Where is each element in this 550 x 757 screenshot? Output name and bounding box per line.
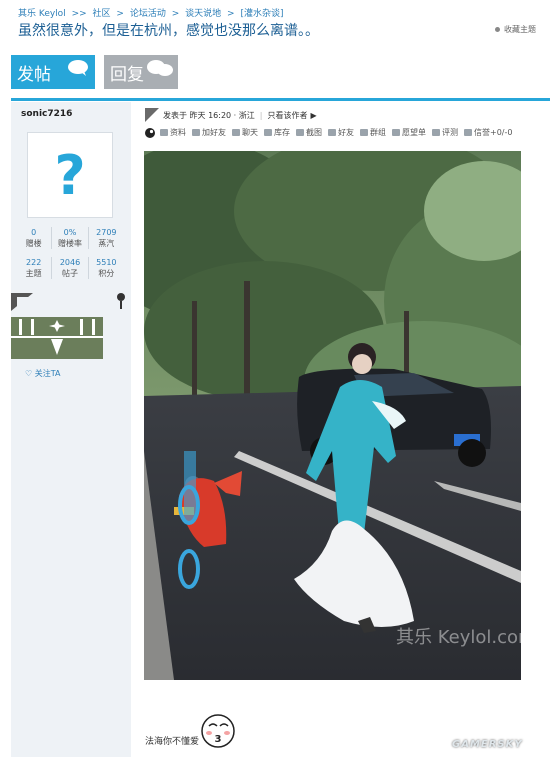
stat-gifts[interactable]: 0 赠楼 (16, 227, 53, 249)
toolbar-label: 评测 (442, 128, 458, 137)
friends-icon (328, 129, 336, 136)
breadcrumb-item-category[interactable]: [灌水杂谈] (240, 9, 283, 19)
breadcrumb-separator: >> (71, 9, 87, 19)
stat-value: 5510 (96, 258, 117, 267)
toolbar-label: 库存 (274, 128, 290, 137)
follow-author-link[interactable]: ♡ 关注TA (25, 368, 60, 379)
toolbar-label: 信誉+0/-0 (474, 128, 513, 137)
author-toolbar: 资料 加好友 聊天 库存 截图 好友 群组 愿望单 评测 信誉+0/-0 (145, 127, 540, 138)
stat-label: 蒸汽 (98, 239, 115, 248)
toolbar-label: 聊天 (242, 128, 258, 137)
profile-icon (160, 129, 168, 136)
toolbar-chat[interactable]: 聊天 (232, 127, 258, 138)
wishlist-icon (392, 129, 400, 136)
reviews-icon (432, 129, 440, 136)
stat-label: 赠楼 (25, 239, 42, 248)
chat-bubbles-icon (147, 60, 173, 76)
toolbar-label: 愿望单 (402, 128, 426, 137)
toolbar-wishlist[interactable]: 愿望单 (392, 127, 426, 138)
post-timestamp: 发表于 昨天 16:20 · 浙江 (163, 110, 255, 120)
stat-posts[interactable]: 2046 帖子 (52, 257, 89, 279)
toolbar-groups[interactable]: 群组 (360, 127, 386, 138)
post-meta: 发表于 昨天 16:20 · 浙江 | 只看该作者 ▶ (145, 108, 317, 122)
info-marker-icon[interactable] (116, 293, 126, 309)
toolbar-screenshots[interactable]: 截图 (296, 127, 322, 138)
breadcrumb: 其乐 Keylol >> 社区 > 论坛活动 > 谈天说地 > [灌水杂谈] (18, 6, 287, 19)
toolbar-profile[interactable]: 资料 (160, 127, 186, 138)
author-stats-row-1: 0 赠楼 0% 赠楼率 2709 蒸汽 (16, 227, 124, 249)
breadcrumb-item-events[interactable]: 论坛活动 (130, 9, 166, 19)
toolbar-reviews[interactable]: 评测 (432, 127, 458, 138)
add-friend-icon (192, 129, 200, 136)
new-post-label: 发帖 (17, 64, 51, 85)
heart-icon: ♡ (25, 369, 33, 378)
steam-icon[interactable] (145, 127, 155, 138)
stat-gift-rate[interactable]: 0% 赠楼率 (52, 227, 89, 249)
reply-button[interactable]: 回复 (104, 55, 178, 89)
toolbar-friends[interactable]: 好友 (328, 127, 354, 138)
meme-face-mouth: 3 (215, 734, 222, 745)
stat-threads[interactable]: 222 主题 (16, 257, 53, 279)
stat-steam[interactable]: 2709 蒸汽 (89, 227, 124, 249)
stat-points[interactable]: 5510 积分 (89, 257, 124, 279)
follow-label: 关注TA (34, 369, 61, 378)
speech-bubble-icon (68, 60, 88, 76)
only-author-link[interactable]: 只看该作者 (267, 110, 307, 121)
gamersky-logo: GAMERSKY (452, 739, 523, 750)
screenshot-icon (296, 129, 304, 136)
reputation-icon (464, 129, 472, 136)
breadcrumb-item-community[interactable]: 社区 (93, 9, 111, 19)
breadcrumb-separator: > (116, 9, 124, 19)
favorite-thread-link[interactable]: 收藏主题 (495, 24, 536, 35)
stat-label: 主题 (25, 269, 42, 278)
new-post-button[interactable]: 发帖 (11, 55, 95, 89)
author-stats-row-2: 222 主题 2046 帖子 5510 积分 (16, 257, 124, 279)
toolbar-label: 加好友 (202, 128, 226, 137)
breadcrumb-item-chat[interactable]: 谈天说地 (185, 9, 221, 19)
stat-value: 0% (63, 228, 77, 237)
breadcrumb-item-home[interactable]: 其乐 Keylol (18, 9, 66, 19)
breadcrumb-separator: > (171, 9, 180, 19)
stat-value: 2046 (59, 258, 81, 267)
stat-value: 222 (26, 258, 42, 267)
toolbar-add-friend[interactable]: 加好友 (192, 127, 226, 138)
groups-icon (360, 129, 368, 136)
floor-marker-icon (145, 108, 159, 122)
post-photo[interactable]: 其乐 Keylol.com (144, 151, 521, 680)
toolbar-label: 截图 (306, 128, 322, 137)
cross-emblem-icon (11, 317, 103, 359)
avatar-placeholder-glyph: ? (54, 143, 86, 207)
toolbar-inventory[interactable]: 库存 (264, 127, 290, 138)
stat-value: 0 (31, 228, 37, 237)
stat-value: 2709 (96, 228, 117, 237)
toolbar-reputation[interactable]: 信誉+0/-0 (464, 127, 512, 138)
toolbar-label: 群组 (370, 128, 386, 137)
post-caption: 法海你不懂爱 (145, 737, 200, 747)
author-name[interactable]: sonic7216 (21, 109, 72, 119)
stat-label: 积分 (98, 269, 115, 278)
header-divider (11, 98, 550, 101)
medal-banner[interactable] (11, 317, 103, 359)
meme-face-icon: 3 (201, 714, 235, 748)
breadcrumb-separator: > (227, 9, 235, 19)
stat-label: 帖子 (61, 269, 78, 278)
play-arrow-icon: ▶ (310, 110, 317, 120)
medal-icon[interactable] (11, 293, 33, 311)
medal-row (11, 293, 131, 311)
thread-title: 虽然很意外，但是在杭州，感觉也没那么离谱。。 (18, 23, 319, 39)
photo-watermark: 其乐 Keylol.com (396, 627, 521, 648)
street-scene-image: 其乐 Keylol.com (144, 151, 521, 680)
stat-label: 赠楼率 (57, 239, 82, 248)
toolbar-label: 好友 (338, 128, 354, 137)
meta-separator: | (259, 110, 263, 120)
inventory-icon (264, 129, 272, 136)
reply-label: 回复 (110, 64, 144, 85)
toolbar-label: 资料 (170, 128, 186, 137)
avatar[interactable]: ? (27, 132, 113, 218)
chat-icon (232, 129, 240, 136)
author-sidebar: sonic7216 ? 0 赠楼 0% 赠楼率 2709 蒸汽 222 主题 2… (11, 102, 131, 757)
forum-page: 其乐 Keylol >> 社区 > 论坛活动 > 谈天说地 > [灌水杂谈] 虽… (0, 0, 550, 757)
